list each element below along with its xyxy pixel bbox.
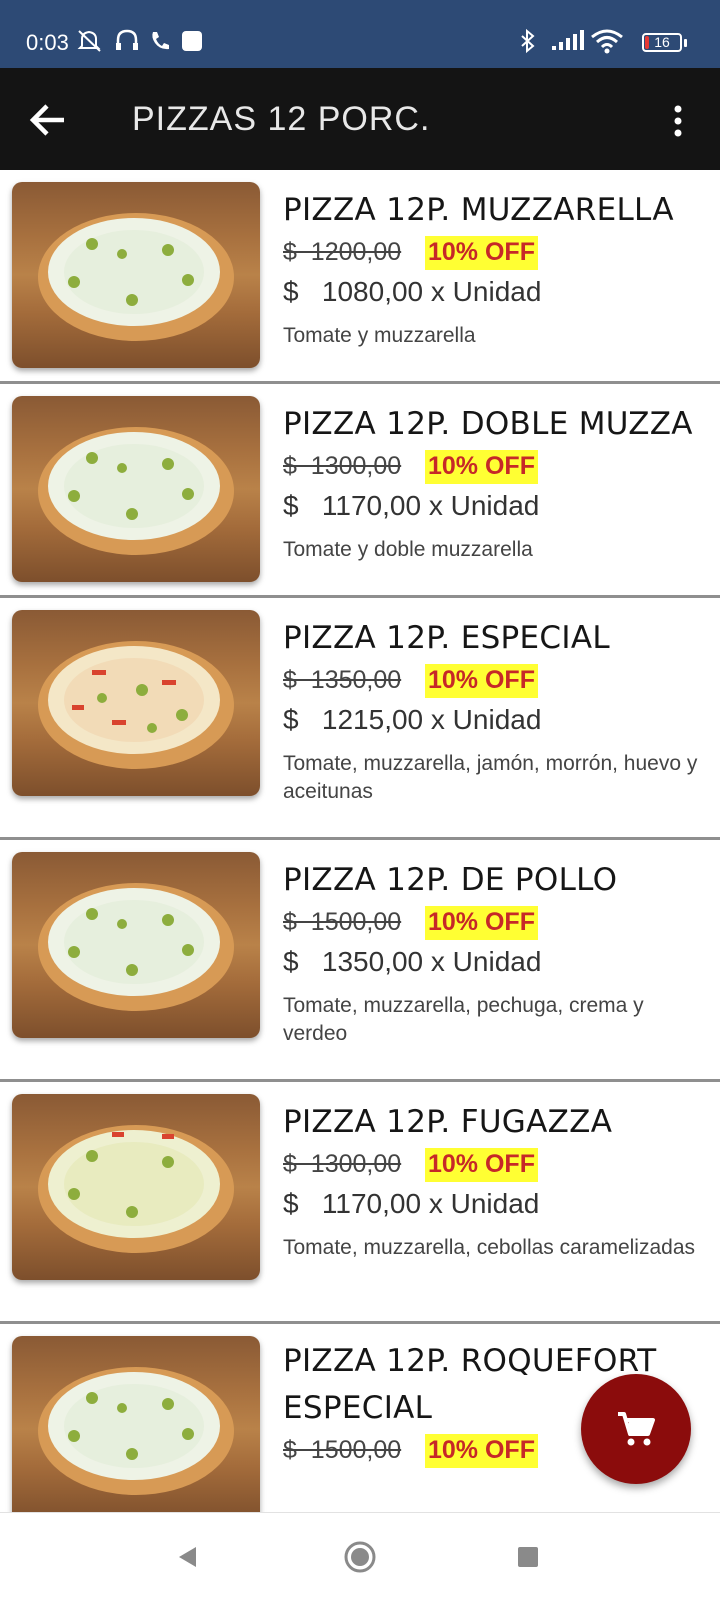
original-price: $ 1300,00 xyxy=(283,1150,402,1178)
original-price: $ 1500,00 xyxy=(283,1436,402,1464)
mute-icon xyxy=(77,30,101,52)
signal-icon xyxy=(552,30,584,50)
unit-price: $ 1215,00 x Unidad xyxy=(283,704,542,735)
product-description: Tomate, muzzarella, jamón, morrón, huevo… xyxy=(283,752,698,803)
unit-price: $ 1170,00 x Unidad xyxy=(283,1188,540,1219)
more-options-button[interactable] xyxy=(660,96,696,146)
system-nav-bar xyxy=(0,1512,720,1600)
back-button[interactable] xyxy=(18,90,78,150)
bluetooth-icon xyxy=(521,28,535,54)
original-price: $ 1500,00 xyxy=(283,908,402,936)
status-bar: 0:03 16 xyxy=(0,0,720,68)
original-price: $ 1300,00 xyxy=(283,452,402,480)
product-card[interactable]: PIZZA 12P. FUGAZZA $ 1300,00 10% OFF $ 1… xyxy=(0,1082,720,1324)
page-title: PIZZAS 12 PORC. xyxy=(132,100,431,138)
product-card[interactable]: PIZZA 12P. ESPECIAL $ 1350,00 10% OFF $ … xyxy=(0,598,720,840)
nav-home-button[interactable] xyxy=(336,1533,384,1581)
product-description: Tomate y doble muzzarella xyxy=(283,538,533,561)
product-list[interactable]: PIZZA 12P. MUZZARELLA $ 1200,00 10% OFF … xyxy=(0,170,720,1512)
discount-badge: 10% OFF xyxy=(425,664,538,698)
product-image xyxy=(12,182,260,368)
nav-recents-button[interactable] xyxy=(504,1533,552,1581)
unit-price: $ 1170,00 x Unidad xyxy=(283,490,540,521)
product-description: Tomate, muzzarella, cebollas caramelizad… xyxy=(283,1236,696,1259)
cart-button[interactable] xyxy=(581,1374,691,1484)
product-image xyxy=(12,1094,260,1280)
product-image xyxy=(12,610,260,796)
product-name: PIZZA 12P. ESPECIAL xyxy=(283,620,610,656)
original-price: $ 1350,00 xyxy=(283,666,402,694)
back-triangle-icon xyxy=(179,1547,196,1567)
arrow-left-icon xyxy=(29,104,64,136)
original-price: $ 1200,00 xyxy=(283,238,402,266)
product-name: PIZZA 12P. DE POLLO xyxy=(283,862,618,898)
wifi-icon xyxy=(591,29,623,54)
recents-square-icon xyxy=(518,1547,538,1567)
product-image xyxy=(12,396,260,582)
battery-level: 16 xyxy=(654,34,670,50)
product-image xyxy=(12,1336,260,1512)
status-time: 0:03 xyxy=(26,30,69,55)
unit-price: $ 1350,00 x Unidad xyxy=(283,946,542,977)
product-name: PIZZA 12P. DOBLE MUZZA xyxy=(283,406,693,442)
product-description: Tomate, muzzarella, pechuga, crema y ver… xyxy=(283,994,644,1045)
more-vertical-icon xyxy=(674,105,682,137)
app-bar: PIZZAS 12 PORC. xyxy=(0,68,720,170)
phone-icon xyxy=(152,32,169,50)
battery-tip xyxy=(684,39,687,47)
product-name: PIZZA 12P. FUGAZZA xyxy=(283,1104,613,1140)
product-image xyxy=(12,852,260,1038)
product-card[interactable]: PIZZA 12P. DE POLLO $ 1500,00 10% OFF $ … xyxy=(0,840,720,1082)
discount-badge: 10% OFF xyxy=(425,450,538,484)
product-card[interactable]: PIZZA 12P. DOBLE MUZZA $ 1300,00 10% OFF… xyxy=(0,384,720,598)
discount-badge: 10% OFF xyxy=(425,1148,538,1182)
discount-badge: 10% OFF xyxy=(425,1434,538,1468)
discount-badge: 10% OFF xyxy=(425,906,538,940)
discount-badge: 10% OFF xyxy=(425,236,538,270)
battery-icon: 16 xyxy=(642,33,682,52)
unit-price: $ 1080,00 x Unidad xyxy=(283,276,542,307)
battery-level-fill xyxy=(645,36,649,49)
nav-back-button[interactable] xyxy=(164,1533,212,1581)
headset-icon xyxy=(116,29,138,50)
product-card[interactable]: PIZZA 12P. MUZZARELLA $ 1200,00 10% OFF … xyxy=(0,170,720,384)
home-circle-icon xyxy=(344,1541,376,1573)
app-icon xyxy=(182,31,202,51)
product-description: Tomate y muzzarella xyxy=(283,324,476,347)
cart-icon xyxy=(618,1412,655,1446)
product-name: PIZZA 12P. MUZZARELLA xyxy=(283,192,674,228)
